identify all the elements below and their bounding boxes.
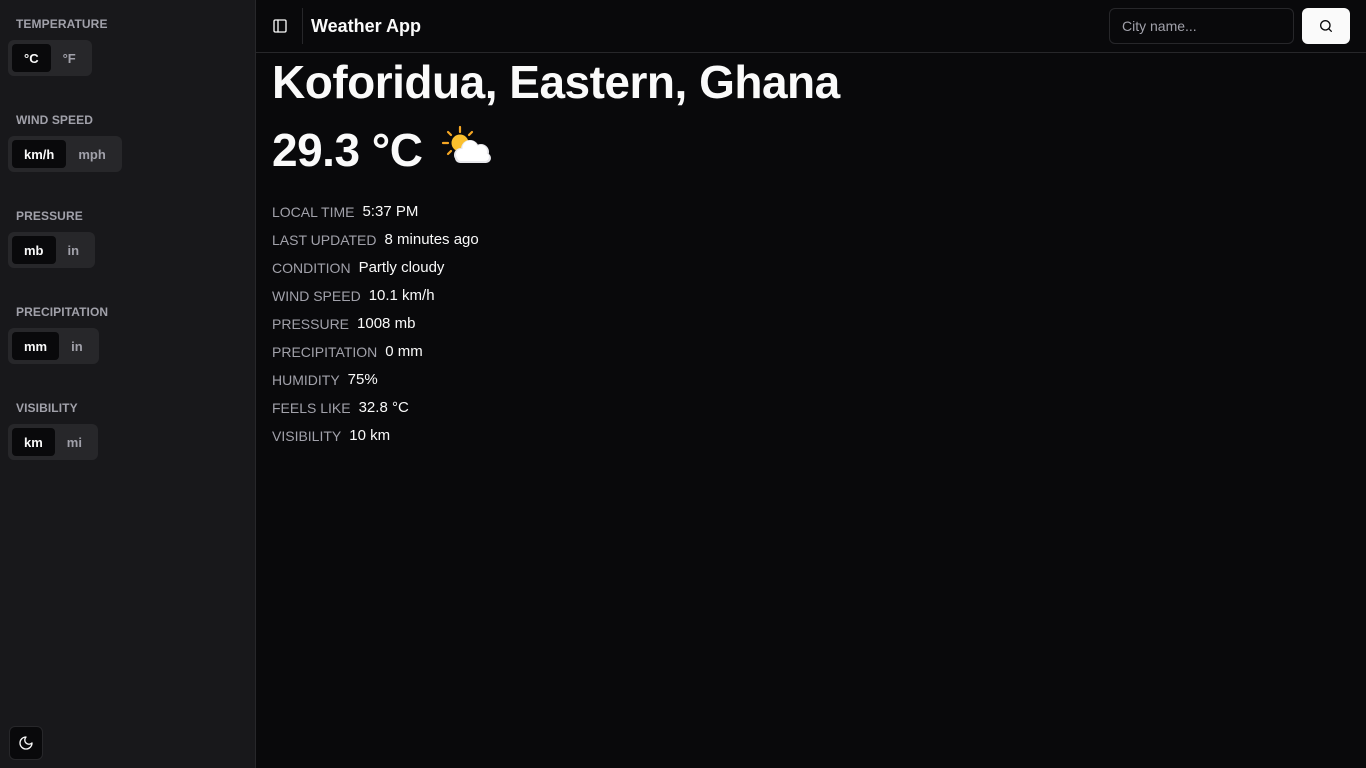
detail-label: LOCAL TIME bbox=[272, 203, 355, 220]
detail-precipitation: PRECIPITATION 0 mm bbox=[272, 338, 1350, 366]
detail-value: 8 minutes ago bbox=[384, 231, 479, 249]
weather-details: LOCAL TIME 5:37 PM LAST UPDATED 8 minute… bbox=[272, 198, 1350, 450]
inches-precip-toggle[interactable]: in bbox=[59, 332, 95, 360]
weather-content: Koforidua, Eastern, Ghana 29.3 °C LOCAL … bbox=[256, 53, 1366, 450]
temperature-unit-group: TEMPERATURE °C °F bbox=[8, 8, 247, 76]
moon-icon bbox=[19, 736, 33, 750]
search-button[interactable] bbox=[1302, 8, 1350, 44]
detail-last-updated: LAST UPDATED 8 minutes ago bbox=[272, 226, 1350, 254]
temperature-unit-label: TEMPERATURE bbox=[16, 17, 108, 31]
mph-toggle[interactable]: mph bbox=[66, 140, 117, 168]
theme-toggle-button[interactable] bbox=[9, 726, 43, 760]
sidebar-toggle-icon bbox=[273, 19, 287, 33]
visibility-unit-toggle: km mi bbox=[8, 424, 98, 460]
settings-sidebar: TEMPERATURE °C °F WIND SPEED km/h mph PR… bbox=[0, 0, 256, 768]
detail-value: 32.8 °C bbox=[358, 399, 409, 417]
detail-condition: CONDITION Partly cloudy bbox=[272, 254, 1350, 282]
detail-label: CONDITION bbox=[272, 259, 351, 276]
temperature-unit-toggle: °C °F bbox=[8, 40, 92, 76]
pressure-unit-toggle: mb in bbox=[8, 232, 96, 268]
sidebar-toggle-button[interactable] bbox=[270, 16, 290, 36]
detail-label: PRESSURE bbox=[272, 315, 350, 332]
inches-pressure-toggle[interactable]: in bbox=[56, 236, 92, 264]
precipitation-unit-toggle: mm in bbox=[8, 328, 99, 364]
wind-speed-unit-group: WIND SPEED km/h mph bbox=[8, 104, 247, 172]
detail-value: 0 mm bbox=[385, 343, 423, 361]
temperature-row: 29.3 °C bbox=[272, 120, 1350, 180]
detail-value: 10 km bbox=[349, 427, 391, 445]
detail-humidity: HUMIDITY 75% bbox=[272, 366, 1350, 394]
detail-value: 75% bbox=[347, 371, 378, 389]
detail-label: HUMIDITY bbox=[272, 371, 340, 388]
detail-label: FEELS LIKE bbox=[272, 399, 351, 416]
partly-cloudy-icon bbox=[442, 125, 492, 163]
detail-visibility: VISIBILITY 10 km bbox=[272, 422, 1350, 450]
detail-value: 5:37 PM bbox=[362, 203, 419, 221]
detail-feels-like: FEELS LIKE 32.8 °C bbox=[272, 394, 1350, 422]
pressure-unit-label: PRESSURE bbox=[16, 209, 83, 223]
detail-value: Partly cloudy bbox=[358, 259, 445, 277]
precipitation-unit-group: PRECIPITATION mm in bbox=[8, 296, 247, 364]
detail-label: WIND SPEED bbox=[272, 287, 361, 304]
celsius-toggle[interactable]: °C bbox=[12, 44, 51, 72]
mb-toggle[interactable]: mb bbox=[12, 236, 56, 264]
city-search-input[interactable] bbox=[1109, 8, 1294, 44]
fahrenheit-toggle[interactable]: °F bbox=[51, 44, 88, 72]
header-divider bbox=[302, 8, 303, 44]
detail-wind-speed: WIND SPEED 10.1 km/h bbox=[272, 282, 1350, 310]
pressure-unit-group: PRESSURE mb in bbox=[8, 200, 247, 268]
detail-local-time: LOCAL TIME 5:37 PM bbox=[272, 198, 1350, 226]
search-form bbox=[1109, 8, 1350, 44]
miles-toggle[interactable]: mi bbox=[55, 428, 94, 456]
visibility-unit-group: VISIBILITY km mi bbox=[8, 392, 247, 460]
mm-toggle[interactable]: mm bbox=[12, 332, 60, 360]
visibility-unit-label: VISIBILITY bbox=[16, 401, 78, 415]
detail-label: LAST UPDATED bbox=[272, 231, 377, 248]
detail-label: PRECIPITATION bbox=[272, 343, 378, 360]
app-title: Weather App bbox=[311, 15, 422, 36]
app-root: TEMPERATURE °C °F WIND SPEED km/h mph PR… bbox=[0, 0, 1366, 768]
detail-label: VISIBILITY bbox=[272, 427, 342, 444]
main-area: Weather App Koforidua, Eastern, Ghana 29… bbox=[256, 0, 1366, 768]
location-title: Koforidua, Eastern, Ghana bbox=[272, 56, 840, 108]
detail-pressure: PRESSURE 1008 mb bbox=[272, 310, 1350, 338]
kmh-toggle[interactable]: km/h bbox=[12, 140, 67, 168]
wind-speed-unit-label: WIND SPEED bbox=[16, 113, 94, 127]
top-header: Weather App bbox=[256, 0, 1366, 53]
detail-value: 1008 mb bbox=[357, 315, 416, 333]
km-toggle[interactable]: km bbox=[12, 428, 55, 456]
current-temperature: 29.3 °C bbox=[272, 123, 423, 176]
precipitation-unit-label: PRECIPITATION bbox=[16, 305, 109, 319]
wind-speed-unit-toggle: km/h mph bbox=[8, 136, 122, 172]
search-icon bbox=[1320, 20, 1332, 32]
detail-value: 10.1 km/h bbox=[368, 287, 435, 305]
